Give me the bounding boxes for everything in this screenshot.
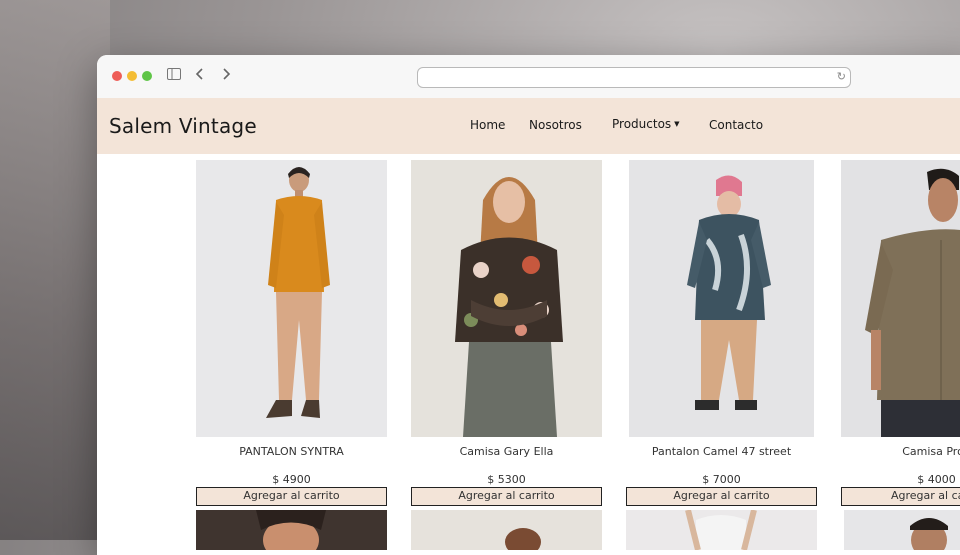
close-window-button[interactable] [112, 71, 122, 81]
product-image[interactable] [196, 160, 387, 437]
nav-home[interactable]: Home [470, 118, 505, 132]
product-price: $ 5300 [487, 473, 526, 486]
product-image[interactable] [196, 510, 387, 550]
product-image[interactable] [844, 510, 960, 550]
product-name: PANTALON SYNTRA [239, 445, 344, 458]
add-to-cart-button[interactable]: Agregar al carrito [411, 487, 602, 506]
desktop-background [0, 0, 110, 540]
nav-productos-label: Productos [612, 117, 672, 131]
add-to-cart-button[interactable]: Agregar al ca [841, 487, 960, 506]
address-bar[interactable]: ↻ [417, 67, 851, 88]
browser-toolbar: ↻ [97, 55, 960, 99]
minimize-window-button[interactable] [127, 71, 137, 81]
product-grid: PANTALON SYNTRA $ 4900 Agregar al carrit… [97, 154, 960, 555]
product-name: Camisa Gary Ella [459, 445, 554, 458]
product-card: Camisa Prod $ 4000 Agregar al ca [841, 160, 960, 506]
product-image[interactable] [841, 160, 960, 437]
site-header: Salem Vintage Home Nosotros Productos ▼ C… [97, 98, 960, 154]
nav-nosotros[interactable]: Nosotros [529, 118, 582, 132]
product-card: Pantalon Camel 47 street $ 7000 Agregar … [626, 160, 817, 506]
add-to-cart-button[interactable]: Agregar al carrito [196, 487, 387, 506]
reload-icon[interactable]: ↻ [837, 69, 846, 85]
caret-down-icon: ▼ [674, 120, 680, 128]
product-card: PANTALON SYNTRA $ 4900 Agregar al carrit… [196, 160, 387, 506]
product-price: $ 4900 [272, 473, 311, 486]
nav-productos[interactable]: Productos ▼ [612, 117, 680, 131]
site-logo[interactable]: Salem Vintage [109, 114, 257, 138]
product-image[interactable] [629, 160, 814, 437]
add-to-cart-button[interactable]: Agregar al carrito [626, 487, 817, 506]
product-card: Camisa Gary Ella $ 5300 Agregar al carri… [411, 160, 602, 506]
chevron-left-icon[interactable] [195, 67, 207, 85]
product-price: $ 7000 [702, 473, 741, 486]
product-image[interactable] [411, 510, 602, 550]
product-price: $ 4000 [917, 473, 956, 486]
product-name: Pantalon Camel 47 street [651, 445, 792, 458]
product-name: Camisa Prod [902, 445, 960, 458]
browser-window: ↻ Salem Vintage Home Nosotros Productos ▼… [97, 55, 960, 555]
product-image[interactable] [626, 510, 817, 550]
product-image[interactable] [411, 160, 602, 437]
chevron-right-icon[interactable] [221, 67, 233, 85]
maximize-window-button[interactable] [142, 71, 152, 81]
nav-contacto[interactable]: Contacto [709, 118, 763, 132]
sidebar-icon[interactable] [167, 67, 181, 85]
